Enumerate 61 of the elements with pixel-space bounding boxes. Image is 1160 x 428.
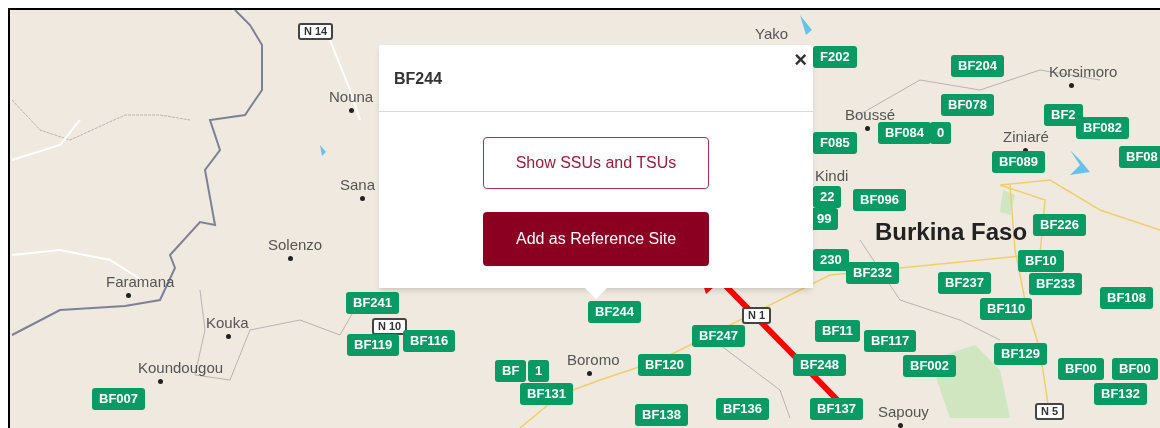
site-marker[interactable]: BF08 — [1119, 146, 1160, 168]
town-label: Nouna — [329, 89, 374, 104]
town-label: Korsimoro — [1049, 64, 1118, 79]
site-marker[interactable]: BF007 — [92, 388, 146, 410]
site-marker[interactable]: BF108 — [1100, 287, 1154, 309]
site-marker[interactable]: BF078 — [941, 94, 995, 116]
town-label: Solenzo — [268, 237, 323, 252]
site-marker[interactable]: BF084 — [878, 122, 932, 144]
site-marker[interactable]: BF136 — [716, 398, 770, 420]
site-marker[interactable]: BF131 — [520, 383, 574, 405]
site-marker[interactable]: 22 — [813, 186, 842, 208]
site-marker[interactable]: BF204 — [951, 55, 1005, 77]
site-marker[interactable]: BF117 — [864, 330, 917, 352]
site-marker[interactable]: BF129 — [994, 343, 1048, 365]
site-marker[interactable]: F085 — [813, 132, 857, 154]
site-marker[interactable]: BF — [495, 360, 527, 382]
site-marker[interactable]: BF237 — [938, 272, 992, 294]
site-marker[interactable]: BF2 — [1044, 104, 1083, 126]
site-marker[interactable]: BF241 — [346, 292, 400, 314]
site-marker[interactable]: BF226 — [1033, 214, 1087, 236]
town-label: Boromo — [567, 352, 620, 367]
site-marker[interactable]: BF00 — [1058, 358, 1104, 380]
site-marker[interactable]: 1 — [528, 360, 550, 382]
popup-title: BF244 — [394, 70, 443, 87]
town-label: Ziniaré — [1003, 129, 1049, 144]
site-marker[interactable]: 0 — [930, 122, 952, 144]
country-label: Burkina Faso — [875, 220, 1028, 244]
town-label: Kouka — [206, 315, 249, 330]
road-shield: N 5 — [1035, 403, 1065, 420]
site-marker[interactable]: BF089 — [992, 151, 1046, 173]
town-label: Sana — [340, 177, 376, 192]
site-marker[interactable]: BF244 — [588, 301, 642, 323]
site-marker[interactable]: BF119 — [347, 334, 400, 356]
site-marker[interactable]: BF10 — [1018, 250, 1064, 272]
add-reference-site-button[interactable]: Add as Reference Site — [483, 212, 709, 266]
town-label: Koundougou — [138, 360, 224, 375]
site-marker[interactable]: BF002 — [903, 355, 957, 377]
close-button[interactable]: × — [794, 49, 807, 71]
site-marker[interactable]: BF247 — [692, 325, 746, 347]
site-marker[interactable]: BF137 — [810, 398, 864, 420]
site-marker[interactable]: BF096 — [853, 189, 907, 211]
site-marker[interactable]: BF232 — [846, 262, 900, 284]
road-shield: N 14 — [298, 23, 334, 40]
town-label: Kindi — [815, 168, 849, 183]
site-marker[interactable]: BF00 — [1112, 358, 1158, 380]
site-marker[interactable]: BF233 — [1029, 273, 1083, 295]
town-label: Sapouy — [878, 404, 929, 419]
site-marker[interactable]: BF116 — [403, 330, 456, 352]
show-units-button[interactable]: Show SSUs and TSUs — [483, 137, 709, 189]
site-marker[interactable]: BF248 — [793, 354, 847, 376]
site-marker[interactable]: BF138 — [635, 404, 689, 426]
site-marker[interactable]: BF132 — [1094, 383, 1148, 405]
site-marker[interactable]: 230 — [813, 249, 849, 271]
site-marker[interactable]: F202 — [813, 46, 857, 68]
town-label: Boussé — [845, 107, 896, 122]
site-marker[interactable]: BF120 — [638, 354, 692, 376]
town-label: Yako — [755, 26, 789, 41]
site-marker[interactable]: BF110 — [980, 298, 1033, 320]
site-marker[interactable]: BF082 — [1076, 117, 1130, 139]
site-marker[interactable]: BF11 — [815, 320, 861, 342]
road-shield: N 1 — [742, 307, 772, 324]
